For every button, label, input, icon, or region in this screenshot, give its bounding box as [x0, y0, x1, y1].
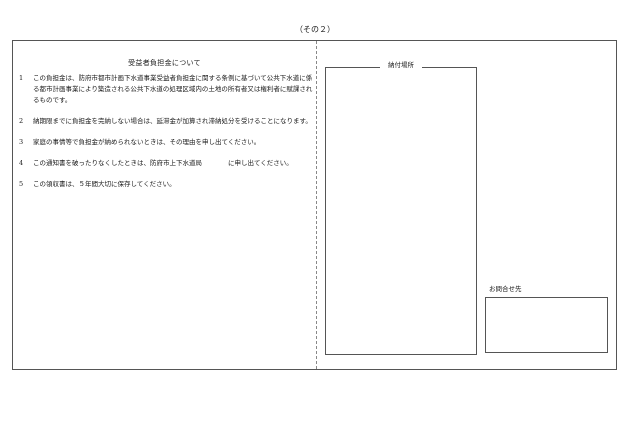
term-text: この通知書を破ったりなくしたときは、防府市上下水道局 に申し出てください。: [33, 159, 293, 167]
term-number: 1: [19, 74, 24, 82]
payment-place-title: 納付場所: [325, 61, 477, 70]
term-item: 1 この負担金は、防府市都市計画下水道事業受益者負担金に関する条例に基づいて公共…: [19, 73, 315, 106]
term-item: 4 この通知書を破ったりなくしたときは、防府市上下水道局 に申し出てください。: [19, 158, 315, 169]
term-text: 家庭の事情等で負担金が納められないときは、その理由を申し出てください。: [33, 138, 261, 146]
burden-charge-notes: 受益者負担金について 1 この負担金は、防府市都市計画下水道事業受益者負担金に関…: [13, 41, 316, 369]
term-number: 5: [19, 180, 24, 188]
inquiry-box: [485, 297, 608, 353]
payment-place-box: [325, 67, 477, 355]
term-number: 2: [19, 117, 24, 125]
payment-place-label: 納付場所: [380, 61, 422, 69]
term-text: この領収書は、５年間大切に保存してください。: [33, 180, 176, 188]
term-text: 納期限までに負担金を完納しない場合は、延滞金が加算され滞納処分を受けることになり…: [33, 117, 312, 125]
term-item: 5 この領収書は、５年間大切に保存してください。: [19, 179, 315, 190]
term-number: 3: [19, 138, 24, 146]
fold-line: [316, 41, 317, 369]
term-text: この負担金は、防府市都市計画下水道事業受益者負担金に関する条例に基づいて公共下水…: [33, 74, 313, 104]
section-title: 受益者負担金について: [128, 59, 201, 67]
term-item: 3 家庭の事情等で負担金が納められないときは、その理由を申し出てください。: [19, 137, 315, 148]
page-number-label: （その２）: [295, 25, 335, 34]
notice-frame: 受益者負担金について 1 この負担金は、防府市都市計画下水道事業受益者負担金に関…: [12, 40, 617, 370]
term-item: 2 納期限までに負担金を完納しない場合は、延滞金が加算され滞納処分を受けることに…: [19, 116, 315, 127]
inquiry-label: お問合せ先: [489, 285, 522, 293]
terms-list: 1 この負担金は、防府市都市計画下水道事業受益者負担金に関する条例に基づいて公共…: [19, 73, 315, 200]
term-number: 4: [19, 159, 24, 167]
